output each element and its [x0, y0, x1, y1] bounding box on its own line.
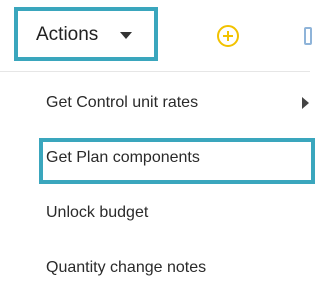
chevron-right-icon	[302, 97, 309, 109]
menu-item-label: Quantity change notes	[46, 259, 207, 276]
menu-item-get-control-unit-rates[interactable]: Get Control unit rates	[0, 80, 310, 126]
plus-circle-icon[interactable]	[216, 24, 240, 48]
menu-item-label: Get Control unit rates	[46, 94, 199, 111]
menu-item-label: Get Plan components	[46, 149, 200, 166]
menu-item-label: Unlock budget	[46, 204, 149, 221]
toolbar: Actions	[0, 0, 312, 72]
menu-item-quantity-change-notes[interactable]: Quantity change notes	[0, 245, 310, 291]
menu-item-unlock-budget[interactable]: Unlock budget	[0, 190, 310, 236]
actions-menu-screen: Actions Get Control unit rates Get Plan …	[0, 0, 315, 304]
menu-item-get-plan-components[interactable]: Get Plan components	[0, 135, 310, 181]
actions-menu: Get Control unit rates Get Plan componen…	[0, 72, 315, 304]
actions-dropdown-button[interactable]: Actions	[14, 7, 158, 61]
caret-down-icon	[120, 32, 132, 39]
actions-label: Actions	[36, 24, 99, 45]
panel-icon[interactable]	[304, 27, 312, 45]
